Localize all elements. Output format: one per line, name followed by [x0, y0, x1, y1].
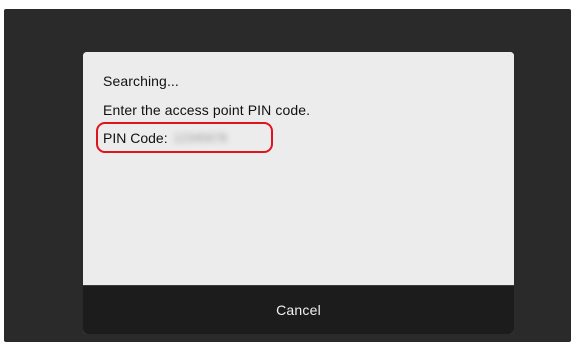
- device-screen: Searching... Enter the access point PIN …: [4, 9, 571, 342]
- cancel-button-label: Cancel: [276, 302, 321, 318]
- pin-highlight-outline: [96, 122, 273, 153]
- pin-dialog: Searching... Enter the access point PIN …: [83, 52, 514, 334]
- instruction-text: Enter the access point PIN code.: [103, 102, 311, 118]
- status-text: Searching...: [103, 73, 179, 89]
- dialog-body: Searching... Enter the access point PIN …: [83, 52, 514, 285]
- cancel-button[interactable]: Cancel: [83, 285, 514, 334]
